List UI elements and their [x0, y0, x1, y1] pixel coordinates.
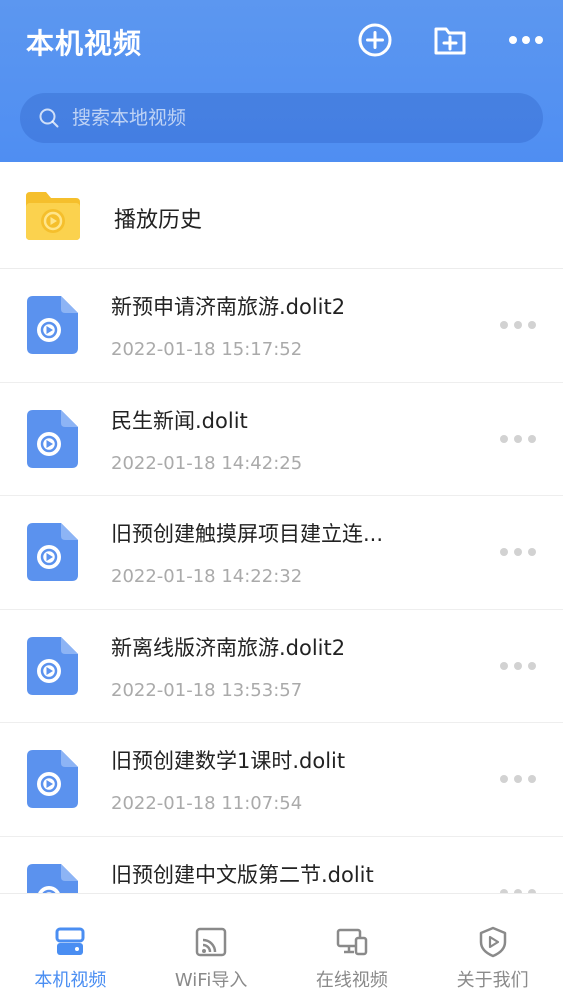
- search-icon: [38, 107, 60, 129]
- video-timestamp: 2022-01-18 11:07:54: [111, 793, 303, 815]
- more-icon[interactable]: [500, 771, 536, 787]
- video-name: 旧预创建触摸屏项目建立连...: [111, 522, 384, 547]
- play-history-item[interactable]: 播放历史: [0, 162, 563, 269]
- video-list: 新预申请济南旅游.dolit2 2022-01-18 15:17:52 民生新闻…: [0, 269, 563, 951]
- page-title: 本机视频: [26, 27, 143, 60]
- more-icon[interactable]: [500, 544, 536, 560]
- video-timestamp: 2022-01-18 14:42:25: [111, 452, 303, 474]
- add-button[interactable]: [355, 20, 395, 60]
- new-folder-button[interactable]: [430, 20, 470, 60]
- cast-icon: [193, 924, 229, 960]
- shield-play-icon: [475, 924, 511, 960]
- video-timestamp: 2022-01-18 14:22:32: [111, 566, 303, 588]
- search-bar[interactable]: [20, 93, 543, 143]
- list-item[interactable]: 旧预创建数学1课时.dolit 2022-01-18 11:07:54: [0, 723, 563, 837]
- more-icon[interactable]: [500, 317, 536, 333]
- nav-label: 本机视频: [34, 970, 107, 991]
- nav-label: 在线视频: [315, 970, 388, 991]
- nav-local-video[interactable]: 本机视频: [0, 894, 141, 1000]
- video-name: 新预申请济南旅游.dolit2: [111, 295, 346, 319]
- more-horizontal-icon: [509, 36, 543, 44]
- list-item[interactable]: 新预申请济南旅游.dolit2 2022-01-18 15:17:52: [0, 269, 563, 383]
- list-item[interactable]: 民生新闻.dolit 2022-01-18 14:42:25: [0, 383, 563, 497]
- list-item[interactable]: 旧预创建触摸屏项目建立连... 2022-01-18 14:22:32: [0, 496, 563, 610]
- nav-about-us[interactable]: 关于我们: [422, 894, 563, 1000]
- video-timestamp: 2022-01-18 13:53:57: [111, 679, 303, 701]
- video-file-icon: [27, 523, 78, 582]
- nav-label: 关于我们: [456, 970, 529, 991]
- more-icon[interactable]: [500, 658, 536, 674]
- play-history-label: 播放历史: [114, 208, 203, 233]
- bottom-navigation: 本机视频 WiFi导入 在线视频 关于我们: [0, 893, 563, 1000]
- video-name: 旧预创建中文版第二节.dolit: [111, 862, 374, 887]
- more-icon[interactable]: [500, 431, 536, 447]
- nav-label: WiFi导入: [174, 970, 248, 991]
- top-app-bar: 本机视频: [0, 0, 563, 162]
- local-storage-icon: [52, 924, 88, 960]
- video-file-icon: [27, 409, 78, 468]
- devices-icon: [334, 924, 370, 960]
- folder-video-icon: [26, 192, 80, 240]
- video-file-icon: [27, 636, 78, 695]
- video-name: 民生新闻.dolit: [111, 408, 248, 433]
- nav-wifi-import[interactable]: WiFi导入: [141, 894, 282, 1000]
- video-file-icon: [27, 296, 78, 354]
- nav-online-video[interactable]: 在线视频: [282, 894, 423, 1000]
- more-options-button[interactable]: [506, 20, 546, 60]
- video-timestamp: 2022-01-18 15:17:52: [111, 339, 303, 360]
- video-file-icon: [27, 750, 78, 809]
- list-item[interactable]: 新离线版济南旅游.dolit2 2022-01-18 13:53:57: [0, 610, 563, 724]
- search-input[interactable]: [72, 107, 543, 129]
- video-name: 新离线版济南旅游.dolit2: [111, 635, 346, 660]
- folder-plus-icon: [434, 27, 466, 55]
- add-circle-icon: [358, 23, 392, 57]
- video-name: 旧预创建数学1课时.dolit: [111, 749, 346, 774]
